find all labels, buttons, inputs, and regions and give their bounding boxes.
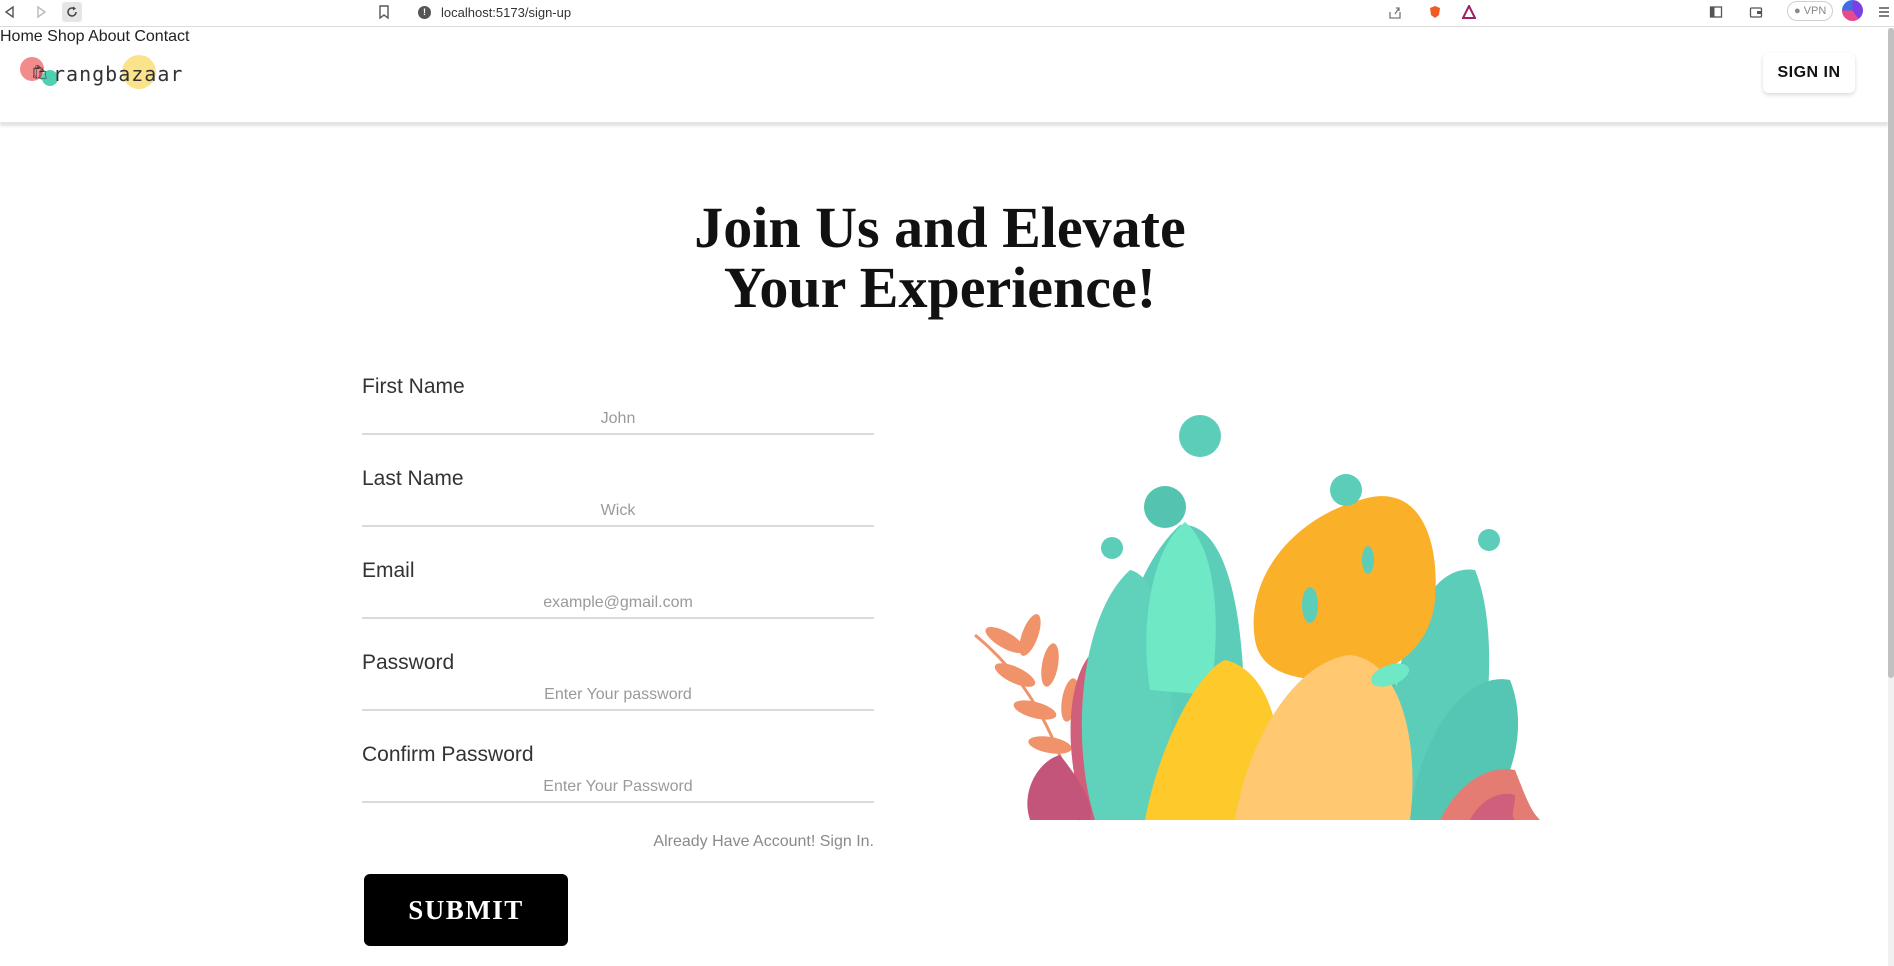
nav-about[interactable]: About <box>88 28 130 45</box>
leaves-illustration <box>974 415 1540 821</box>
email-field: Email <box>362 556 874 648</box>
logo-text: rangbazaar <box>53 62 184 86</box>
dot-5 <box>1478 529 1500 551</box>
sign-in-link[interactable]: Already Have Account! Sign In. <box>362 833 874 851</box>
address-bar[interactable]: ! localhost:5173/sign-up <box>418 2 571 22</box>
password-field: Password <box>362 648 874 740</box>
email-input[interactable] <box>362 589 874 619</box>
dot-3 <box>1330 474 1362 506</box>
confirm-password-label: Confirm Password <box>362 743 534 766</box>
password-label: Password <box>362 651 455 674</box>
menu-icon[interactable] <box>1874 2 1894 22</box>
sign-up-form: First Name Last Name Email Password Conf… <box>362 372 874 832</box>
confirm-password-field: Confirm Password <box>362 740 874 832</box>
share-icon[interactable] <box>1385 2 1405 22</box>
vpn-label: VPN <box>1803 5 1827 17</box>
shopping-bag-icon: 🛍 <box>31 64 49 80</box>
vpn-button[interactable]: ● VPN <box>1787 1 1834 21</box>
wallet-icon[interactable] <box>1746 2 1766 22</box>
reload-icon[interactable] <box>62 2 82 22</box>
site-info-icon[interactable]: ! <box>418 5 431 19</box>
bookmark-icon[interactable] <box>374 2 394 22</box>
first-name-label: First Name <box>362 375 465 398</box>
brave-shield-icon[interactable] <box>1425 2 1445 22</box>
submit-button[interactable]: SUBMIT <box>364 874 568 946</box>
title-line-1: Join Us and Elevate <box>694 195 1186 260</box>
page-scrollbar[interactable] <box>1888 28 1894 966</box>
dot-2 <box>1144 486 1186 528</box>
dot-1 <box>1179 415 1221 457</box>
orange-leaf <box>1253 496 1436 680</box>
main-nav: Home Shop About Contact <box>0 28 1888 46</box>
site-header: 🛍 rangbazaar Home Shop About Contact SIG… <box>0 28 1888 123</box>
brave-rewards-icon[interactable] <box>1459 2 1479 22</box>
browser-toolbar: ! localhost:5173/sign-up ● VPN <box>0 0 1894 27</box>
dot-4 <box>1101 537 1123 559</box>
profile-avatar[interactable] <box>1842 0 1863 21</box>
url-text: localhost:5173/sign-up <box>441 4 572 20</box>
leaf-hole-2 <box>1362 546 1374 574</box>
leaf-hole-1 <box>1302 587 1318 623</box>
nav-shop[interactable]: Shop <box>47 28 84 45</box>
last-name-label: Last Name <box>362 467 464 490</box>
page-title: Join Us and Elevate Your Experience! <box>580 198 1300 318</box>
last-name-input[interactable] <box>362 497 874 527</box>
scrollbar-thumb[interactable] <box>1888 28 1894 678</box>
sign-in-button[interactable]: SIGN IN <box>1763 53 1855 93</box>
nav-contact[interactable]: Contact <box>134 28 189 45</box>
back-icon[interactable] <box>0 2 20 22</box>
nav-home[interactable]: Home <box>0 28 43 45</box>
email-label: Email <box>362 559 415 582</box>
forward-icon[interactable] <box>31 2 51 22</box>
sidebar-icon[interactable] <box>1706 2 1726 22</box>
title-line-2: Your Experience! <box>723 255 1157 320</box>
first-name-field: First Name <box>362 372 874 464</box>
confirm-password-input[interactable] <box>362 773 874 803</box>
password-input[interactable] <box>362 681 874 711</box>
first-name-input[interactable] <box>362 405 874 435</box>
last-name-field: Last Name <box>362 464 874 556</box>
logo[interactable]: 🛍 rangbazaar <box>20 55 182 95</box>
